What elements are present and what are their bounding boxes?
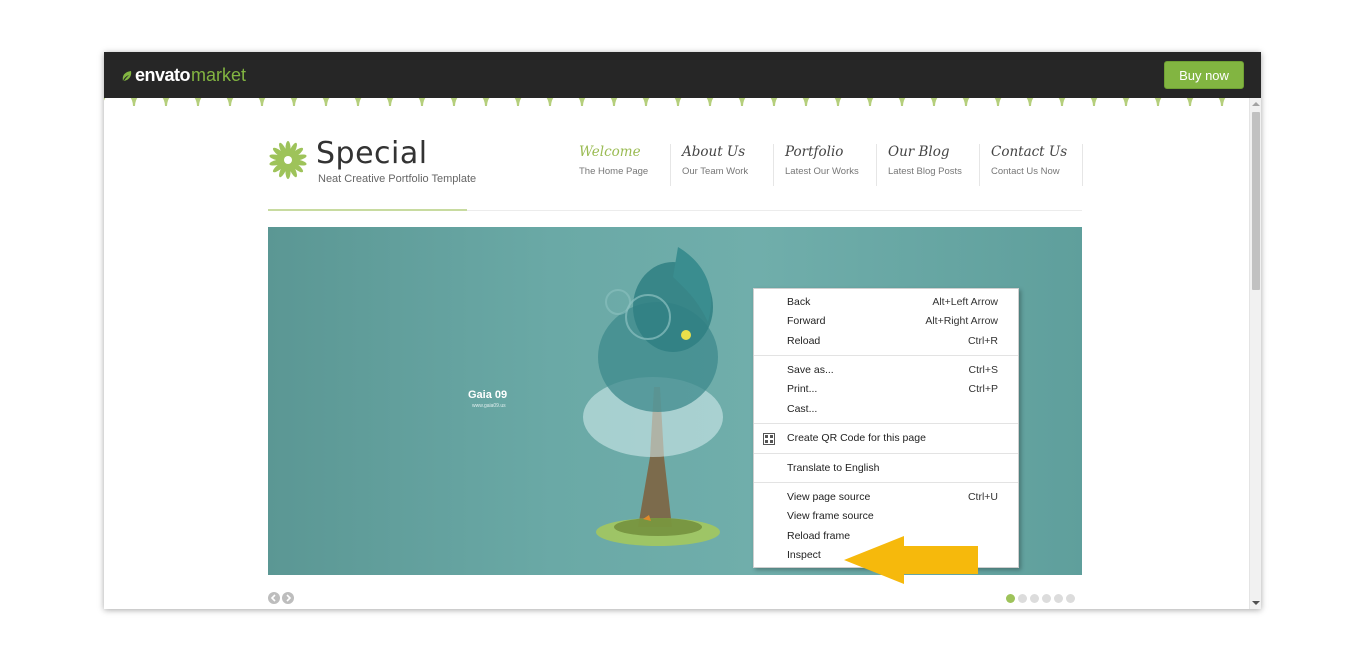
- header-separator: [467, 210, 1082, 211]
- menu-item-translate[interactable]: Translate to English: [754, 462, 1018, 480]
- nav-title: About Us: [682, 144, 746, 160]
- menu-item-shortcut: Ctrl+U: [967, 491, 998, 503]
- nav-title: Portfolio: [785, 144, 844, 160]
- menu-item-label: View page source: [787, 491, 871, 503]
- menu-item-shortcut: Alt+Right Arrow: [925, 315, 998, 327]
- slider-dot[interactable]: [1066, 594, 1075, 603]
- menu-divider: [754, 453, 1018, 454]
- logo-market-text: market: [191, 65, 247, 85]
- nav-item-portfolio[interactable]: Portfolio Latest Our Works: [774, 144, 877, 186]
- menu-item-label: Translate to English: [787, 462, 880, 474]
- vertical-scrollbar[interactable]: [1249, 98, 1261, 609]
- nav-item-our-blog[interactable]: Our Blog Latest Blog Posts: [877, 144, 980, 186]
- menu-item-back[interactable]: Back Alt+Left Arrow: [754, 296, 1018, 314]
- slider-dot[interactable]: [1030, 594, 1039, 603]
- slider-dot[interactable]: [1006, 594, 1015, 603]
- slider-dots: [1006, 594, 1075, 603]
- nav-subtitle: The Home Page: [579, 166, 649, 177]
- nav-title: Welcome: [579, 144, 641, 160]
- nav-title: Contact Us: [991, 144, 1068, 160]
- menu-item-save-as[interactable]: Save as... Ctrl+S: [754, 364, 1018, 382]
- menu-item-shortcut: Ctrl+P: [968, 383, 998, 395]
- menu-divider: [754, 482, 1018, 483]
- slider-pager: [268, 592, 294, 604]
- main-nav: Welcome The Home Page About Us Our Team …: [568, 144, 1083, 186]
- brand-title: Special: [316, 136, 428, 171]
- menu-divider: [754, 355, 1018, 356]
- menu-item-shortcut: Ctrl+R: [967, 335, 998, 347]
- slider-dot[interactable]: [1042, 594, 1051, 603]
- qr-code-icon: [763, 433, 775, 445]
- hero-title: Gaia 09: [468, 389, 508, 401]
- menu-item-label: Back: [787, 296, 811, 308]
- scallop-border: [104, 98, 1249, 121]
- menu-item-label: Reload: [787, 335, 821, 347]
- menu-item-label: Reload frame: [787, 530, 851, 542]
- next-arrow-icon[interactable]: [282, 592, 294, 604]
- menu-item-shortcut: Ctrl+S: [968, 364, 998, 376]
- browser-window: envato market Buy now Special Neat Creat…: [104, 52, 1261, 609]
- menu-item-label: Save as...: [787, 364, 834, 376]
- menu-divider: [754, 423, 1018, 424]
- left-arrow-icon: [844, 536, 978, 584]
- scrollbar-thumb[interactable]: [1252, 112, 1260, 290]
- nav-title: Our Blog: [888, 144, 950, 160]
- nav-subtitle: Our Team Work: [682, 166, 749, 177]
- scroll-down-icon[interactable]: [1252, 601, 1260, 605]
- menu-item-cast[interactable]: Cast...: [754, 403, 1018, 421]
- slider-dot[interactable]: [1054, 594, 1063, 603]
- brand-subtitle: Neat Creative Portfolio Template: [318, 173, 477, 185]
- logo-envato-text: envato: [135, 65, 191, 85]
- nav-item-welcome[interactable]: Welcome The Home Page: [568, 144, 671, 186]
- envato-logo[interactable]: envato market: [121, 65, 246, 86]
- nav-subtitle: Latest Blog Posts: [888, 166, 962, 177]
- hero-url: www.gaia09.us: [472, 403, 506, 409]
- menu-item-label: Forward: [787, 315, 826, 327]
- menu-item-reload[interactable]: Reload Ctrl+R: [754, 335, 1018, 353]
- menu-item-forward[interactable]: Forward Alt+Right Arrow: [754, 315, 1018, 333]
- nav-item-about-us[interactable]: About Us Our Team Work: [671, 144, 774, 186]
- nav-subtitle: Latest Our Works: [785, 166, 859, 177]
- slider-dot[interactable]: [1018, 594, 1027, 603]
- menu-item-view-page-source[interactable]: View page source Ctrl+U: [754, 491, 1018, 509]
- nav-item-contact-us[interactable]: Contact Us Contact Us Now: [980, 144, 1083, 186]
- flower-logo-icon: [269, 141, 307, 179]
- prev-arrow-icon[interactable]: [268, 592, 280, 604]
- menu-item-label: Print...: [787, 383, 818, 395]
- nav-subtitle: Contact Us Now: [991, 166, 1060, 177]
- menu-item-shortcut: Alt+Left Arrow: [932, 296, 998, 308]
- buy-now-button[interactable]: Buy now: [1164, 61, 1244, 89]
- menu-item-view-frame-source[interactable]: View frame source: [754, 510, 1018, 528]
- envato-topbar: envato market Buy now: [104, 52, 1261, 98]
- menu-item-label: View frame source: [787, 510, 874, 522]
- context-menu: Back Alt+Left Arrow Forward Alt+Right Arro…: [753, 288, 1019, 568]
- menu-item-create-qr-code[interactable]: Create QR Code for this page: [754, 432, 1018, 450]
- brand-underline: [268, 209, 467, 211]
- scroll-up-icon[interactable]: [1252, 102, 1260, 106]
- menu-item-label: Cast...: [787, 403, 818, 415]
- leaf-icon: [122, 70, 132, 81]
- menu-item-label: Create QR Code for this page: [787, 432, 926, 444]
- menu-item-label: Inspect: [787, 549, 821, 561]
- menu-item-print[interactable]: Print... Ctrl+P: [754, 383, 1018, 401]
